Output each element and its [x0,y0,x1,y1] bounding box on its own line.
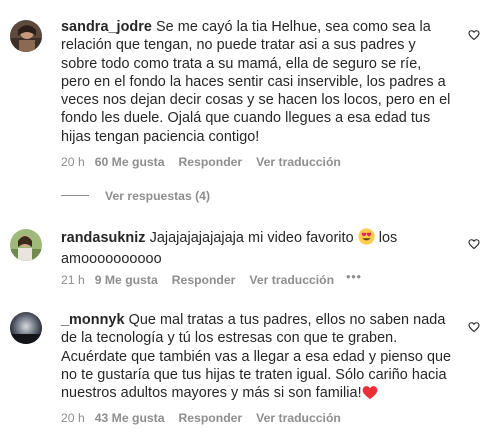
comment-likes[interactable]: 43 Me gusta [95,410,165,426]
comment-time: 21 h [61,273,85,287]
comment-likes[interactable]: 60 Me gusta [95,154,165,170]
translate-button[interactable]: Ver traducción [256,410,341,426]
comment-username[interactable]: sandra_jodre [61,19,152,35]
reply-button[interactable]: Responder [172,272,236,288]
translate-button[interactable]: Ver traducción [256,154,341,170]
reply-button[interactable]: Responder [179,410,243,426]
comment-meta: 21 h 9 Me gusta Responder Ver traducción ••• [61,269,362,288]
comment-body-start: Jajajajajajajaja mi video favorito [145,230,358,246]
comment-likes[interactable]: 9 Me gusta [95,272,158,288]
translate-button[interactable]: Ver traducción [249,272,334,288]
reply-button[interactable]: Responder [179,154,243,170]
comment-time: 20 h [61,155,85,169]
comment-meta: 20 h 60 Me gusta Responder Ver traducción [61,154,353,170]
comment-username[interactable]: _monnyk [61,312,125,328]
comment-body: Se me cayó la tia Helhue, sea como sea l… [61,19,451,145]
more-options-icon[interactable]: ••• [346,269,362,285]
comment-text: _monnyk Que mal tratas a tus padres, ell… [61,311,453,405]
view-replies-label: Ver respuestas (4) [105,189,211,203]
red-heart-emoji-icon [362,385,378,405]
heart-eyes-emoji-icon [358,228,375,250]
like-heart-icon[interactable] [468,321,480,333]
comment-username[interactable]: randasukniz [61,230,146,246]
comment-meta: 20 h 43 Me gusta Responder Ver traducción [61,410,353,426]
like-heart-icon[interactable] [468,29,480,41]
avatar[interactable] [10,20,42,52]
view-replies-button[interactable]: Ver respuestas (4) [61,189,210,205]
like-heart-icon[interactable] [468,238,480,250]
replies-divider [61,195,89,197]
comment-time: 20 h [61,411,85,425]
avatar[interactable] [10,229,42,261]
avatar[interactable] [10,312,42,344]
comment-text: randasukniz Jajajajajajajaja mi video fa… [61,228,453,269]
comment-text: sandra_jodre Se me cayó la tia Helhue, s… [61,18,453,146]
